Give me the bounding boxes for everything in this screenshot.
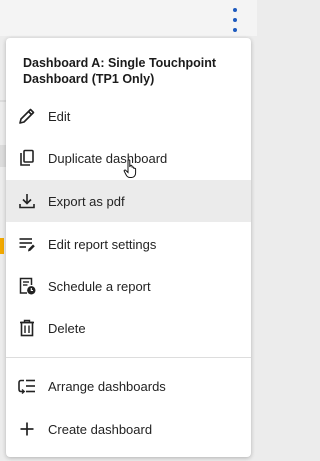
menu-item-delete[interactable]: Delete [6, 307, 251, 349]
menu-item-label: Create dashboard [48, 421, 153, 437]
menu-item-edit-report-settings[interactable]: Edit report settings [6, 223, 251, 265]
menu-item-arrange-dashboards[interactable]: Arrange dashboards [6, 365, 251, 407]
menu-item-label: Edit [48, 108, 71, 124]
menu-item-label: Edit report settings [48, 236, 157, 252]
menu-item-label: Duplicate dashboard [48, 150, 168, 166]
pencil-icon [17, 106, 37, 126]
menu-item-schedule-a-report[interactable]: Schedule a report [6, 265, 251, 307]
menu-title: Dashboard A: Single Touchpoint Dashboard… [23, 56, 217, 86]
background-accent-bar [0, 238, 4, 254]
dashboard-options-menu: Dashboard A: Single Touchpoint Dashboard… [6, 38, 251, 457]
arrange-icon [17, 376, 37, 396]
hand-cursor-icon [123, 159, 139, 179]
menu-item-export-as-pdf[interactable]: Export as pdf [6, 180, 251, 222]
trash-icon [17, 318, 37, 338]
menu-item-create-dashboard[interactable]: Create dashboard [6, 408, 251, 450]
menu-divider [6, 357, 251, 358]
menu-item-label: Schedule a report [48, 278, 151, 294]
menu-item-label: Delete [48, 320, 86, 336]
copy-icon [17, 148, 37, 168]
report-settings-icon [17, 234, 37, 254]
download-icon [17, 191, 37, 211]
page-header-background [0, 0, 257, 36]
more-options-icon[interactable] [226, 8, 244, 32]
menu-item-edit[interactable]: Edit [6, 95, 251, 137]
schedule-report-icon [17, 276, 37, 296]
menu-item-label: Arrange dashboards [48, 378, 166, 394]
plus-icon [17, 419, 37, 439]
menu-item-label: Export as pdf [48, 193, 125, 209]
